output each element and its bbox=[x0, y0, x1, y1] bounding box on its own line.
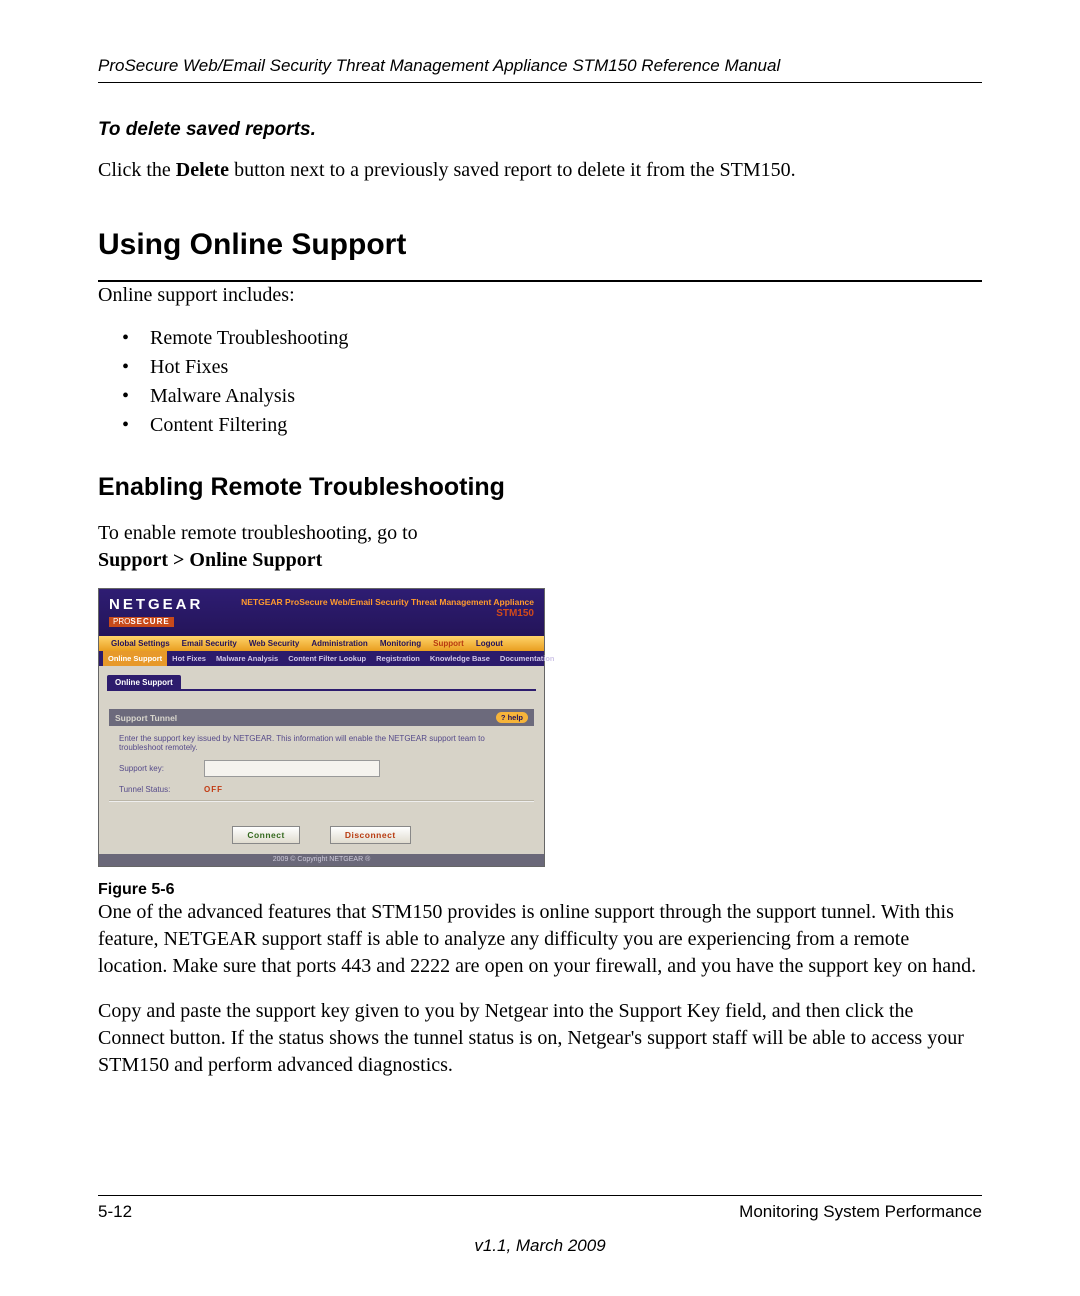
help-button[interactable]: ? help bbox=[496, 712, 528, 723]
paragraph-2: Copy and paste the support key given to … bbox=[98, 998, 982, 1079]
list-item: Content Filtering bbox=[122, 414, 982, 437]
connect-button[interactable]: Connect bbox=[232, 826, 300, 844]
support-bullet-list: Remote Troubleshooting Hot Fixes Malware… bbox=[122, 327, 982, 437]
section-title: Using Online Support bbox=[98, 228, 982, 282]
copyright-bar: 2009 © Copyright NETGEAR ® bbox=[99, 854, 544, 866]
running-header: ProSecure Web/Email Security Threat Mana… bbox=[98, 56, 982, 83]
support-key-input[interactable] bbox=[204, 760, 380, 777]
nav-item-support[interactable]: Support bbox=[427, 636, 470, 651]
netgear-logo: NETGEAR bbox=[109, 597, 203, 612]
nav-item-global-settings[interactable]: Global Settings bbox=[105, 636, 176, 651]
nav-item-web-security[interactable]: Web Security bbox=[243, 636, 306, 651]
nav-item-logout[interactable]: Logout bbox=[470, 636, 509, 651]
nav-item-administration[interactable]: Administration bbox=[305, 636, 373, 651]
subnav-hot-fixes[interactable]: Hot Fixes bbox=[167, 651, 211, 666]
sub-nav: Online Support Hot Fixes Malware Analysi… bbox=[99, 651, 544, 666]
list-item: Remote Troubleshooting bbox=[122, 327, 982, 350]
delete-reports-heading: To delete saved reports. bbox=[98, 119, 982, 141]
subnav-malware-analysis[interactable]: Malware Analysis bbox=[211, 651, 283, 666]
panel-description: Enter the support key issued by NETGEAR.… bbox=[119, 734, 524, 752]
main-nav: Global Settings Email Security Web Secur… bbox=[99, 636, 544, 651]
intro-line: Online support includes: bbox=[98, 282, 982, 309]
figure-caption: Figure 5-6 bbox=[98, 881, 982, 899]
section-name: Monitoring System Performance bbox=[739, 1202, 982, 1222]
subnav-registration[interactable]: Registration bbox=[371, 651, 425, 666]
divider bbox=[109, 800, 534, 802]
embedded-screenshot: NETGEAR PROSECURE NETGEAR ProSecure Web/… bbox=[98, 588, 545, 867]
delete-reports-body: Click the Delete button next to a previo… bbox=[98, 157, 982, 184]
list-item: Malware Analysis bbox=[122, 385, 982, 408]
paragraph-1: One of the advanced features that STM150… bbox=[98, 899, 982, 980]
delete-keyword: Delete bbox=[176, 159, 229, 181]
nav-path: Support > Online Support bbox=[98, 549, 982, 572]
page-number: 5-12 bbox=[98, 1202, 132, 1222]
doc-version: v1.1, March 2009 bbox=[98, 1236, 982, 1256]
panel-header: Support Tunnel ? help bbox=[109, 709, 534, 726]
model-label: STM150 bbox=[241, 608, 534, 619]
subnav-online-support[interactable]: Online Support bbox=[103, 651, 167, 666]
prosecure-badge: PROSECURE bbox=[109, 617, 174, 627]
enable-line: To enable remote troubleshooting, go to bbox=[98, 520, 982, 547]
support-key-label: Support key: bbox=[119, 764, 204, 773]
subsection-title: Enabling Remote Troubleshooting bbox=[98, 473, 982, 502]
page-footer: 5-12 Monitoring System Performance v1.1,… bbox=[98, 1195, 982, 1256]
nav-item-monitoring[interactable]: Monitoring bbox=[374, 636, 427, 651]
disconnect-button[interactable]: Disconnect bbox=[330, 826, 411, 844]
screenshot-header: NETGEAR PROSECURE NETGEAR ProSecure Web/… bbox=[99, 589, 544, 636]
list-item: Hot Fixes bbox=[122, 356, 982, 379]
breadcrumb-tab[interactable]: Online Support bbox=[107, 675, 181, 690]
nav-item-email-security[interactable]: Email Security bbox=[176, 636, 243, 651]
subnav-documentation[interactable]: Documentation bbox=[495, 651, 560, 666]
subnav-knowledge-base[interactable]: Knowledge Base bbox=[425, 651, 495, 666]
text: PRO bbox=[113, 617, 130, 626]
text: button next to a previously saved report… bbox=[229, 159, 796, 181]
text: SECURE bbox=[130, 617, 169, 626]
text: Click the bbox=[98, 159, 176, 181]
panel-title: Support Tunnel bbox=[115, 713, 177, 723]
tunnel-status-value: OFF bbox=[204, 785, 223, 794]
divider bbox=[98, 1195, 982, 1196]
appliance-title: NETGEAR ProSecure Web/Email Security Thr… bbox=[241, 597, 534, 607]
tunnel-status-label: Tunnel Status: bbox=[119, 785, 204, 794]
subnav-content-filter-lookup[interactable]: Content Filter Lookup bbox=[283, 651, 371, 666]
